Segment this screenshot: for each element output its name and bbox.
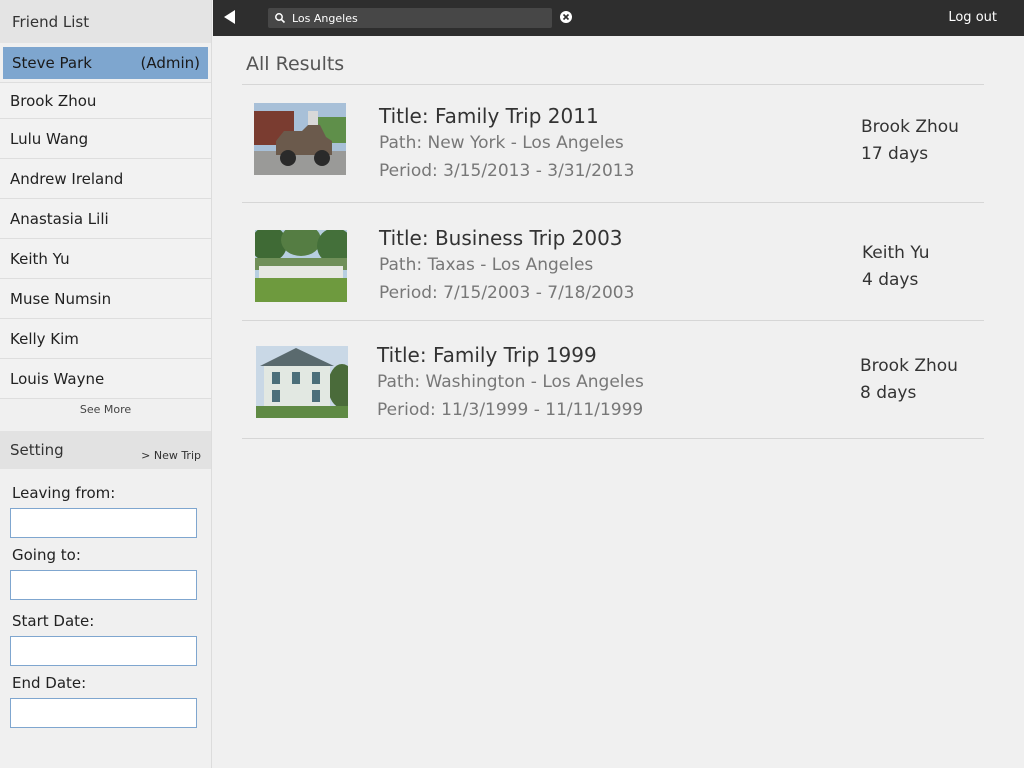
results-list: Title: Family Trip 2011 Path: New York -… xyxy=(242,84,984,439)
clear-search-icon[interactable] xyxy=(559,10,573,24)
trip-duration: 8 days xyxy=(860,383,917,403)
trip-path: Path: Taxas - Los Angeles xyxy=(379,255,594,275)
result-info: Title: Family Trip 1999 Path: Washington… xyxy=(377,342,644,424)
leaving-from-field[interactable] xyxy=(10,508,197,538)
leaving-from-label: Leaving from: xyxy=(12,484,116,502)
trip-period: Period: 7/15/2003 - 7/18/2003 xyxy=(379,283,635,303)
current-user-item[interactable]: Steve Park (Admin) xyxy=(3,47,208,79)
trip-user: Brook Zhou xyxy=(861,117,959,137)
result-info: Title: Family Trip 2011 Path: New York -… xyxy=(379,103,634,185)
result-item[interactable]: Title: Family Trip 2011 Path: New York -… xyxy=(242,85,984,203)
trip-title: Title: Family Trip 2011 xyxy=(379,104,599,128)
going-to-field[interactable] xyxy=(10,570,197,600)
result-item[interactable]: Title: Family Trip 1999 Path: Washington… xyxy=(242,321,984,439)
trip-duration: 17 days xyxy=(861,144,929,164)
trip-form: Leaving from: Going to: Start Date: End … xyxy=(0,484,211,728)
trip-thumbnail-car xyxy=(254,103,346,175)
end-date-label: End Date: xyxy=(12,674,87,692)
top-bar: Log out xyxy=(213,0,1024,36)
current-user-role: (Admin) xyxy=(140,54,200,72)
page-title: All Results xyxy=(246,53,345,75)
main-content: All Results Title: Family Trip 2011 Path… xyxy=(213,36,1024,768)
friend-item[interactable]: Anastasia Lili xyxy=(0,199,211,239)
search-icon xyxy=(275,13,286,24)
friend-list: Brook Zhou Lulu Wang Andrew Ireland Anas… xyxy=(0,82,211,399)
trip-title: Title: Family Trip 1999 xyxy=(377,343,597,367)
current-user-name: Steve Park xyxy=(12,54,92,72)
setting-header: Setting > New Trip xyxy=(0,431,211,469)
result-meta: Keith Yu 4 days xyxy=(862,240,930,294)
friend-item[interactable]: Muse Numsin xyxy=(0,279,211,319)
trip-title: Title: Business Trip 2003 xyxy=(379,226,623,250)
sidebar: Friend List Steve Park (Admin) Brook Zho… xyxy=(0,0,212,768)
result-meta: Brook Zhou 8 days xyxy=(860,353,958,407)
friend-item[interactable]: Andrew Ireland xyxy=(0,159,211,199)
friend-list-title: Friend List xyxy=(0,0,211,43)
result-item[interactable]: Title: Business Trip 2003 Path: Taxas - … xyxy=(242,203,984,321)
going-to-label: Going to: xyxy=(12,546,81,564)
new-trip-link[interactable]: > New Trip xyxy=(141,449,201,462)
trip-period: Period: 11/3/1999 - 11/11/1999 xyxy=(377,400,644,420)
logout-button[interactable]: Log out xyxy=(948,10,997,25)
search-input[interactable] xyxy=(292,8,547,28)
trip-period: Period: 3/15/2013 - 3/31/2013 xyxy=(379,161,635,181)
friend-item[interactable]: Louis Wayne xyxy=(0,359,211,399)
friend-item[interactable]: Lulu Wang xyxy=(0,119,211,159)
friend-item[interactable]: Kelly Kim xyxy=(0,319,211,359)
search-box[interactable] xyxy=(268,8,552,28)
friend-item[interactable]: Brook Zhou xyxy=(0,82,211,119)
trip-user: Brook Zhou xyxy=(860,356,958,376)
back-arrow-icon[interactable] xyxy=(224,10,235,24)
trip-path: Path: Washington - Los Angeles xyxy=(377,372,644,392)
trip-path: Path: New York - Los Angeles xyxy=(379,133,624,153)
trip-duration: 4 days xyxy=(862,270,919,290)
end-date-field[interactable] xyxy=(10,698,197,728)
see-more-link[interactable]: See More xyxy=(0,399,211,431)
start-date-field[interactable] xyxy=(10,636,197,666)
start-date-label: Start Date: xyxy=(12,612,95,630)
result-meta: Brook Zhou 17 days xyxy=(861,114,959,168)
result-info: Title: Business Trip 2003 Path: Taxas - … xyxy=(379,225,634,307)
trip-thumbnail-park xyxy=(255,230,347,302)
trip-user: Keith Yu xyxy=(862,243,930,263)
setting-title: Setting xyxy=(10,441,64,459)
friend-item[interactable]: Keith Yu xyxy=(0,239,211,279)
trip-thumbnail-house xyxy=(256,346,348,418)
